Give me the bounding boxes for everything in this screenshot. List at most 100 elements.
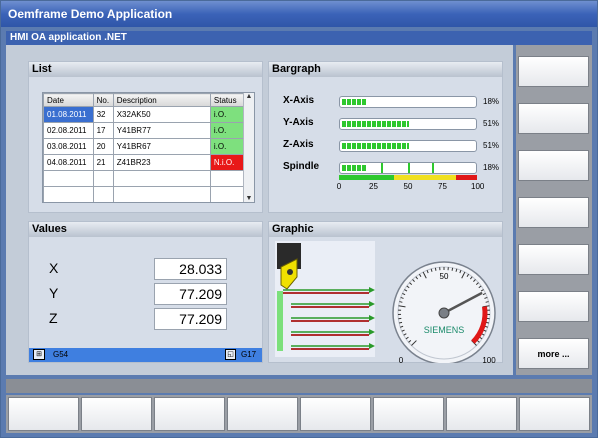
scale-tick-label: 100: [471, 182, 485, 191]
bar-track: [339, 118, 477, 130]
graphic-title: Graphic: [269, 222, 502, 237]
axis-label: Z: [49, 310, 58, 326]
empty-cell: [43, 186, 94, 202]
scroll-up-icon[interactable]: ▲: [244, 93, 254, 100]
empty-row: [43, 186, 245, 202]
cell-desc: Y41BR77: [112, 122, 211, 139]
column-header[interactable]: Status: [209, 93, 245, 107]
bar-percent: 51%: [483, 141, 500, 150]
machining-simulation: [275, 241, 375, 357]
bottom-softkey[interactable]: [8, 397, 79, 431]
bargraph-title: Bargraph: [269, 62, 502, 77]
cell-desc: X32AK50: [112, 106, 211, 123]
scale-tick-label: 75: [438, 182, 447, 191]
spindle-zone-strip: [339, 175, 477, 180]
bar-track: [339, 96, 477, 108]
spindle-zone: [456, 175, 477, 180]
bottom-softkey[interactable]: [373, 397, 444, 431]
bar-percent: 51%: [483, 119, 500, 128]
column-header[interactable]: Date: [43, 93, 94, 107]
empty-cell: [209, 170, 245, 187]
cell-no: 21: [92, 154, 114, 171]
bar-track: [339, 140, 477, 152]
axis-label: Y: [49, 285, 59, 301]
right-softkey[interactable]: [518, 103, 589, 134]
bar-percent: 18%: [483, 163, 500, 172]
bottom-softkey[interactable]: [519, 397, 590, 431]
bottom-softkey[interactable]: [446, 397, 517, 431]
bottom-softkey[interactable]: [81, 397, 152, 431]
bar-fill: [342, 165, 366, 171]
spindle-zone: [339, 175, 395, 180]
cell-no: 17: [92, 122, 114, 139]
right-softkey[interactable]: [518, 197, 589, 228]
right-softkey-bar: more ...: [516, 45, 592, 375]
graphic-panel: Graphic 50 0 100 SIEMENS: [268, 221, 503, 363]
bottom-softkey[interactable]: [300, 397, 371, 431]
bar-label: X-Axis: [283, 95, 315, 106]
speed-gauge: 50 0 100 SIEMENS: [392, 261, 496, 363]
table-row[interactable]: 02.08.2011 17 Y41BR77 i.O.: [43, 122, 245, 139]
bargraph-panel: Bargraph X-Axis 18% Y-Axis 51% Z-Axis 51% Spin…: [268, 61, 503, 213]
gauge-hub: [438, 307, 450, 319]
empty-row: [43, 170, 245, 187]
axis-label: X: [49, 260, 59, 276]
axis-value-field: 77.209: [154, 283, 227, 305]
list-title: List: [29, 62, 262, 77]
bottom-softkey[interactable]: [227, 397, 298, 431]
coordinate-system-icon: ⊞: [33, 349, 45, 360]
workpiece: [277, 291, 283, 351]
list-table-container: Date No. Description Status 01.08.2011 32 X32…: [42, 92, 255, 203]
scroll-down-icon[interactable]: ▼: [244, 195, 254, 202]
cell-status: i.O.: [209, 106, 245, 123]
app-header: HMI OA application .NET: [6, 31, 592, 45]
cell-status: i.O.: [209, 138, 245, 155]
axis-value-field: 77.209: [154, 308, 227, 330]
cell-date: 02.08.2011: [43, 122, 94, 139]
cell-date: 01.08.2011: [43, 106, 94, 123]
bar-label: Spindle: [283, 161, 320, 172]
bar-fill: [342, 99, 366, 105]
empty-cell: [209, 186, 245, 202]
plane-label: G17: [241, 350, 257, 359]
table-row[interactable]: 03.08.2011 20 Y41BR67 i.O.: [43, 138, 245, 155]
right-softkey[interactable]: [518, 291, 589, 322]
gauge-tick: [434, 267, 437, 271]
gauge-tick: [451, 267, 454, 271]
column-header[interactable]: No.: [92, 93, 114, 107]
main-content: List Date No. Description Status 01.08.2011…: [6, 45, 513, 375]
gauge-max-label: 100: [482, 356, 496, 363]
list-scrollbar[interactable]: ▲ ▼: [243, 93, 254, 202]
plane-icon: ◱: [225, 349, 236, 360]
right-softkey[interactable]: [518, 56, 589, 87]
empty-cell: [112, 186, 211, 202]
bar-label: Y-Axis: [283, 117, 314, 128]
values-footer: ⊞ G54 ◱ G17: [29, 348, 262, 362]
application-window: Oemframe Demo Application HMI OA applica…: [0, 0, 598, 438]
table-row[interactable]: 01.08.2011 32 X32AK50 i.O.: [43, 106, 245, 123]
right-softkey[interactable]: [518, 150, 589, 181]
table-row[interactable]: 04.08.2011 21 Z41BR23 N.i.O.: [43, 154, 245, 171]
bar-label: Z-Axis: [283, 139, 314, 150]
column-header[interactable]: Description: [112, 93, 211, 107]
scale-tick-label: 50: [403, 182, 413, 191]
bottom-softkey[interactable]: [154, 397, 225, 431]
bar-marker: [432, 163, 434, 173]
bar-marker: [408, 163, 410, 173]
scale-tick-label: 25: [369, 182, 378, 191]
cell-no: 32: [92, 106, 114, 123]
bar-percent: 18%: [483, 97, 500, 106]
status-separator: [6, 379, 592, 393]
gauge-mid-label: 50: [440, 272, 449, 281]
window-title: Oemframe Demo Application: [1, 1, 597, 27]
bar-track: [339, 162, 477, 180]
softkey-more[interactable]: more ...: [518, 338, 589, 369]
bar-fill: [342, 143, 409, 149]
graphic-canvas: 50 0 100 SIEMENS: [275, 241, 496, 363]
empty-cell: [92, 170, 114, 187]
bottom-softkey-bar: [6, 395, 592, 433]
empty-cell: [43, 170, 94, 187]
cell-no: 20: [92, 138, 114, 155]
right-softkey[interactable]: [518, 244, 589, 275]
scale-tick-label: 0: [336, 182, 342, 191]
